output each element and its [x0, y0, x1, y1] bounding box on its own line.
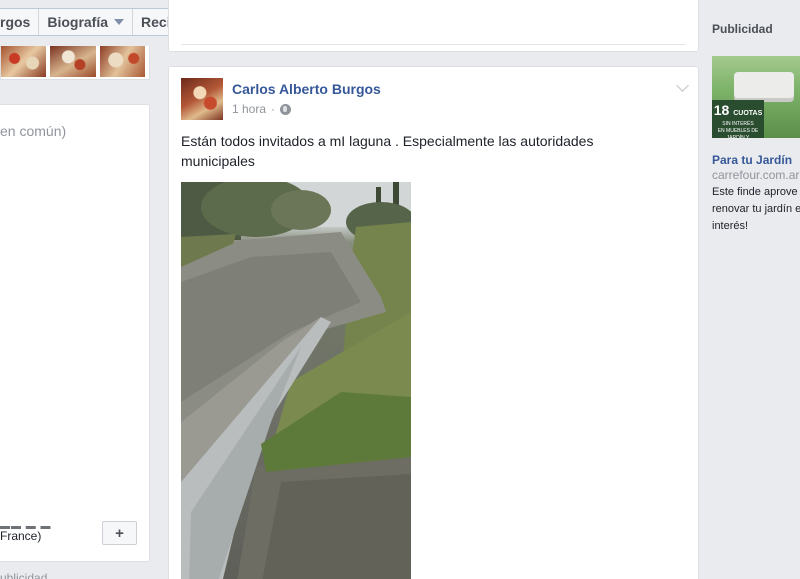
mutual-friends-text: en común) [0, 123, 67, 139]
left-info-card: en común) ▬▬ ▬ ▬ France) + [0, 104, 150, 562]
friends-photo-strip [0, 46, 150, 80]
globe-icon[interactable] [280, 103, 292, 115]
left-publicidad-label: ublicidad [0, 571, 48, 579]
post-photo[interactable] [181, 182, 411, 579]
suggestion-location-text: France) [0, 529, 42, 543]
ad-badge-line2: EN MUEBLES DE JARDÍN Y COLCHONES [717, 128, 759, 138]
publicidad-heading: Publicidad [712, 22, 773, 36]
tab-biografia-label: Biografía [47, 14, 109, 30]
chevron-down-icon [114, 19, 125, 25]
tab-profile-label: rgos [0, 14, 31, 30]
right-sidebar: Publicidad 18 CUOTAS SIN INTERÉS EN MUEB… [712, 0, 800, 579]
divider [181, 44, 686, 45]
ad-domain: carrefour.com.ar [712, 168, 800, 182]
ad-sofa-graphic [734, 72, 794, 98]
tab-profile[interactable]: rgos [0, 9, 38, 35]
ad-title-link[interactable]: Para tu Jardín [712, 153, 792, 167]
news-feed-post: Carlos Alberto Burgos 1 hora · Están tod… [168, 66, 699, 579]
ad-body-text: Este finde aprove renovar tu jardín e si… [712, 186, 800, 232]
friend-photo-thumbnail[interactable] [99, 46, 145, 77]
ad-badge-number: 18 [713, 102, 730, 118]
friend-photo-thumbnail[interactable] [50, 46, 96, 77]
tab-biografia[interactable]: Biografía [38, 9, 132, 35]
ad-badge-unit: CUOTAS [733, 110, 763, 117]
flooded-street-photo [181, 182, 411, 579]
post-text: Están todos invitados a mI laguna . Espe… [181, 133, 594, 169]
ad-badge-line1: SIN INTERÉS [722, 121, 754, 127]
post-options-chevron-icon[interactable] [676, 79, 689, 92]
ad-image[interactable]: 18 CUOTAS SIN INTERÉS EN MUEBLES DE JARD… [712, 56, 800, 138]
add-friend-button[interactable]: + [102, 521, 137, 545]
previous-post-card [168, 0, 699, 52]
avatar[interactable] [181, 78, 223, 120]
ad-badge: 18 CUOTAS SIN INTERÉS EN MUEBLES DE JARD… [712, 100, 764, 138]
friend-photo-thumbnail[interactable] [1, 46, 47, 77]
post-meta: 1 hora · [232, 102, 292, 116]
post-timestamp[interactable]: 1 hora [232, 102, 266, 116]
post-author-name[interactable]: Carlos Alberto Burgos [232, 81, 381, 97]
